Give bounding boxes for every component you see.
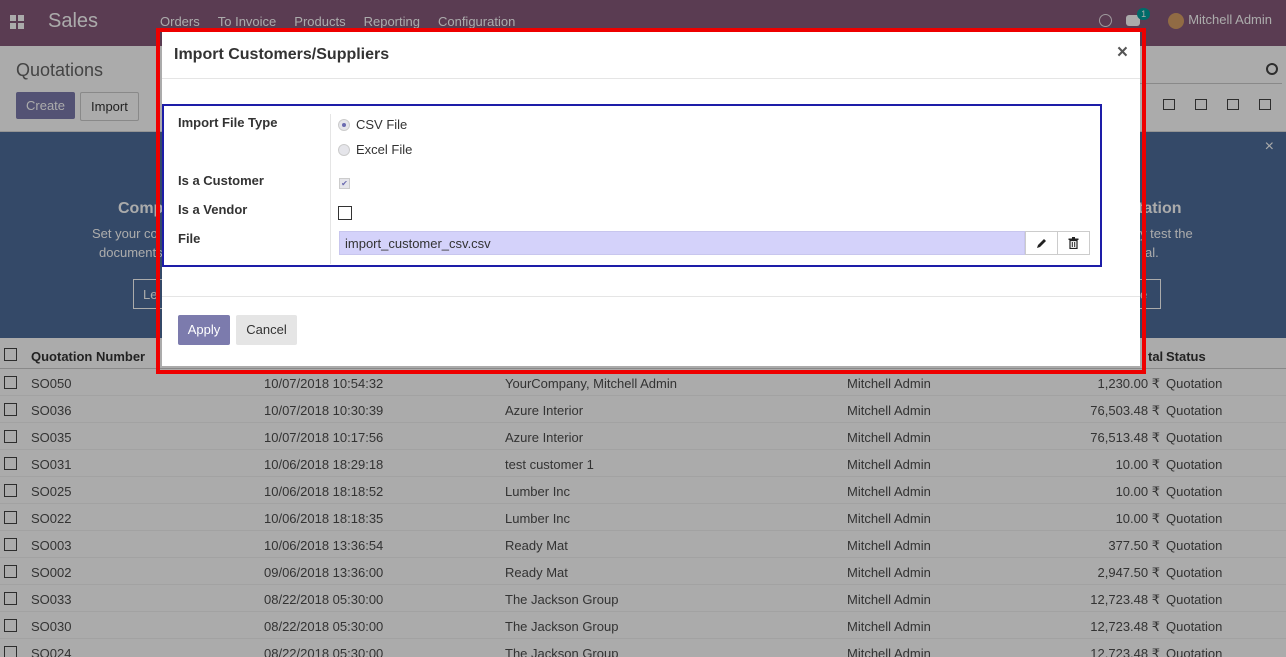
csv-radio-label[interactable]: CSV File <box>356 117 407 132</box>
excel-radio-label[interactable]: Excel File <box>356 142 412 157</box>
excel-radio[interactable] <box>338 144 350 156</box>
dialog-title: Import Customers/Suppliers <box>174 46 390 63</box>
trash-icon <box>1068 237 1079 249</box>
pencil-icon <box>1036 239 1046 248</box>
is-customer-label: Is a Customer <box>178 173 264 188</box>
form-divider <box>330 114 331 264</box>
apply-button[interactable]: Apply <box>178 315 230 345</box>
dialog-header: Import Customers/Suppliers × <box>162 32 1140 79</box>
csv-radio[interactable] <box>338 119 350 131</box>
file-label: File <box>178 231 201 246</box>
file-field[interactable]: import_customer_csv.csv <box>339 231 1025 255</box>
clear-file-button[interactable] <box>1057 231 1090 255</box>
is-customer-checkbox[interactable]: ✔ <box>339 178 350 189</box>
cancel-button[interactable]: Cancel <box>236 315 297 345</box>
file-type-label: Import File Type <box>178 115 278 130</box>
is-vendor-checkbox[interactable] <box>338 206 352 220</box>
close-icon[interactable]: × <box>1117 42 1128 64</box>
edit-file-button[interactable] <box>1025 231 1058 255</box>
dialog-footer: Apply Cancel <box>162 296 1140 366</box>
import-dialog: Import Customers/Suppliers × Import File… <box>162 32 1140 366</box>
is-vendor-label: Is a Vendor <box>178 202 248 217</box>
import-form: Import File Type CSV File Excel File Is … <box>162 104 1102 267</box>
